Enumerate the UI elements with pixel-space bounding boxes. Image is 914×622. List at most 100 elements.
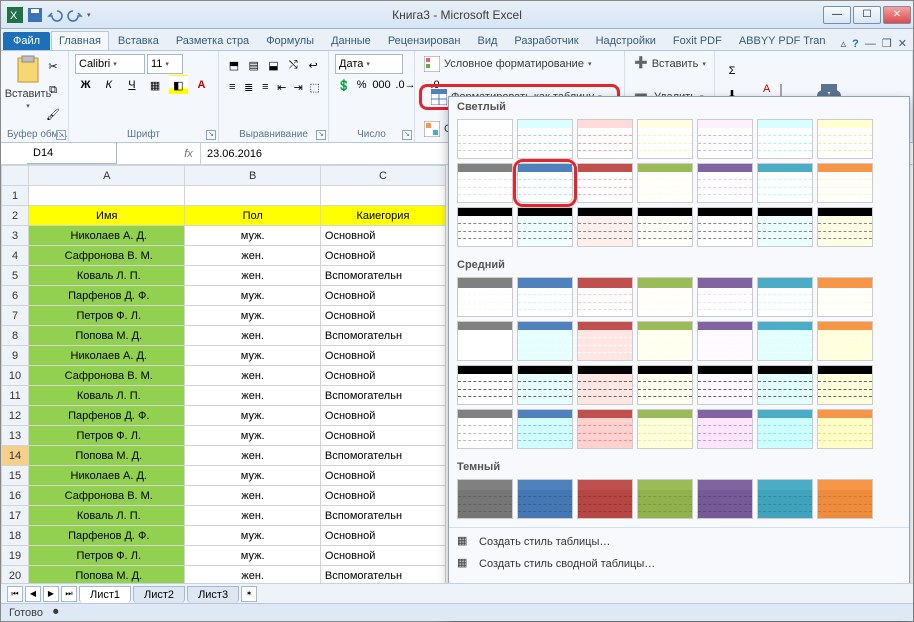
row-header[interactable]: 8 <box>2 326 29 346</box>
file-tab[interactable]: Файл <box>3 32 50 50</box>
tab-layout[interactable]: Разметка стра <box>168 31 257 50</box>
dialog-launcher-icon[interactable]: ↘ <box>56 130 66 140</box>
orientation-icon[interactable]: ⤭ <box>285 55 301 75</box>
table-style-swatch[interactable] <box>817 277 873 317</box>
cell[interactable]: жен. <box>185 506 320 526</box>
cell[interactable]: жен. <box>185 486 320 506</box>
row-header[interactable]: 18 <box>2 526 29 546</box>
save-icon[interactable] <box>27 7 43 23</box>
sheet-tab-1[interactable]: Лист1 <box>79 586 131 603</box>
table-style-swatch[interactable] <box>697 321 753 361</box>
table-style-swatch[interactable] <box>817 365 873 405</box>
cell[interactable]: Попова М. Д. <box>29 326 185 346</box>
cell[interactable]: жен. <box>185 366 320 386</box>
row-header[interactable]: 7 <box>2 306 29 326</box>
cell[interactable]: Основной <box>320 426 445 446</box>
autosum-icon[interactable]: Σ <box>722 61 742 81</box>
select-all[interactable] <box>2 166 29 186</box>
table-style-swatch[interactable] <box>637 321 693 361</box>
table-style-swatch[interactable] <box>637 207 693 247</box>
cell[interactable]: Вспомогательн <box>320 266 445 286</box>
mdi-close-icon[interactable]: ✕ <box>898 37 907 50</box>
table-style-swatch[interactable] <box>637 119 693 159</box>
table-style-swatch[interactable] <box>517 479 573 519</box>
help-icon[interactable]: ? <box>852 38 859 50</box>
row-header[interactable]: 12 <box>2 406 29 426</box>
sheet-tab-3[interactable]: Лист3 <box>187 586 239 603</box>
cell[interactable]: Основной <box>320 366 445 386</box>
cell[interactable]: муж. <box>185 426 320 446</box>
comma-icon[interactable]: 000 <box>371 75 391 95</box>
cell[interactable]: Сафронова В. М. <box>29 246 185 266</box>
first-sheet-button[interactable]: ⏮ <box>7 586 23 602</box>
table-style-swatch[interactable] <box>817 207 873 247</box>
table-style-swatch[interactable] <box>817 479 873 519</box>
table-style-swatch[interactable] <box>757 321 813 361</box>
tab-view[interactable]: Вид <box>470 31 506 50</box>
cell[interactable]: Сафронова В. М. <box>29 366 185 386</box>
cut-icon[interactable]: ✂ <box>43 56 63 76</box>
row-header[interactable]: 19 <box>2 546 29 566</box>
table-style-swatch[interactable] <box>517 409 573 449</box>
row-header[interactable]: 1 <box>2 186 29 206</box>
tab-review[interactable]: Рецензирован <box>380 31 469 50</box>
row-header[interactable]: 15 <box>2 466 29 486</box>
font-size-combo[interactable]: 11▾ <box>147 54 183 74</box>
table-style-swatch[interactable] <box>757 207 813 247</box>
cell[interactable]: муж. <box>185 526 320 546</box>
underline-button[interactable]: Ч <box>122 75 141 95</box>
table-style-swatch[interactable] <box>517 277 573 317</box>
table-style-swatch[interactable] <box>577 119 633 159</box>
table-style-swatch[interactable] <box>457 119 513 159</box>
close-button[interactable]: ✕ <box>883 6 911 24</box>
cell[interactable]: Николаев А. Д. <box>29 226 185 246</box>
copy-icon[interactable]: ⧉ <box>43 80 63 100</box>
cell[interactable]: Попова М. Д. <box>29 446 185 466</box>
dialog-launcher-icon[interactable]: ↘ <box>402 130 412 140</box>
format-painter-icon[interactable]: 🖌 <box>43 104 63 124</box>
row-header[interactable]: 6 <box>2 286 29 306</box>
table-style-swatch[interactable] <box>817 409 873 449</box>
table-style-swatch[interactable] <box>817 119 873 159</box>
dialog-launcher-icon[interactable]: ↘ <box>206 130 216 140</box>
row-header[interactable]: 2 <box>2 206 29 226</box>
table-style-swatch[interactable] <box>517 119 573 159</box>
prev-sheet-button[interactable]: ◀ <box>25 586 41 602</box>
align-middle-icon[interactable]: ▤ <box>246 55 262 75</box>
tab-home[interactable]: Главная <box>51 31 109 50</box>
tab-developer[interactable]: Разработчик <box>506 31 586 50</box>
sheet-tab-2[interactable]: Лист2 <box>133 586 185 603</box>
cell[interactable]: Основной <box>320 246 445 266</box>
table-style-swatch[interactable] <box>757 365 813 405</box>
table-style-swatch[interactable] <box>577 479 633 519</box>
row-header[interactable]: 14 <box>2 446 29 466</box>
border-button[interactable]: ▦ <box>146 75 165 95</box>
table-style-swatch[interactable] <box>757 163 813 203</box>
table-style-swatch[interactable] <box>517 163 573 203</box>
table-style-swatch[interactable] <box>457 409 513 449</box>
cell[interactable]: Петров Ф. Л. <box>29 306 185 326</box>
last-sheet-button[interactable]: ⏭ <box>61 586 77 602</box>
tab-data[interactable]: Данные <box>323 31 379 50</box>
table-style-swatch[interactable] <box>577 365 633 405</box>
table-style-swatch[interactable] <box>457 207 513 247</box>
table-style-swatch[interactable] <box>637 479 693 519</box>
cell[interactable]: муж. <box>185 546 320 566</box>
macro-record-icon[interactable]: ⏺ <box>53 606 59 619</box>
table-style-swatch[interactable] <box>577 409 633 449</box>
table-style-swatch[interactable] <box>697 163 753 203</box>
table-style-swatch[interactable] <box>517 321 573 361</box>
table-style-swatch[interactable] <box>637 163 693 203</box>
undo-icon[interactable] <box>47 7 63 23</box>
align-right-icon[interactable]: ≡ <box>259 77 272 97</box>
cell[interactable]: Основной <box>320 286 445 306</box>
table-style-swatch[interactable] <box>457 163 513 203</box>
cell[interactable]: Парфенов Д. Ф. <box>29 526 185 546</box>
increase-decimal-icon[interactable]: .0→ <box>395 75 415 95</box>
maximize-button[interactable]: ☐ <box>853 6 881 24</box>
column-header[interactable]: A <box>29 166 185 186</box>
dialog-launcher-icon[interactable]: ↘ <box>316 130 326 140</box>
table-style-swatch[interactable] <box>637 277 693 317</box>
table-style-swatch[interactable] <box>517 207 573 247</box>
table-style-swatch[interactable] <box>697 479 753 519</box>
